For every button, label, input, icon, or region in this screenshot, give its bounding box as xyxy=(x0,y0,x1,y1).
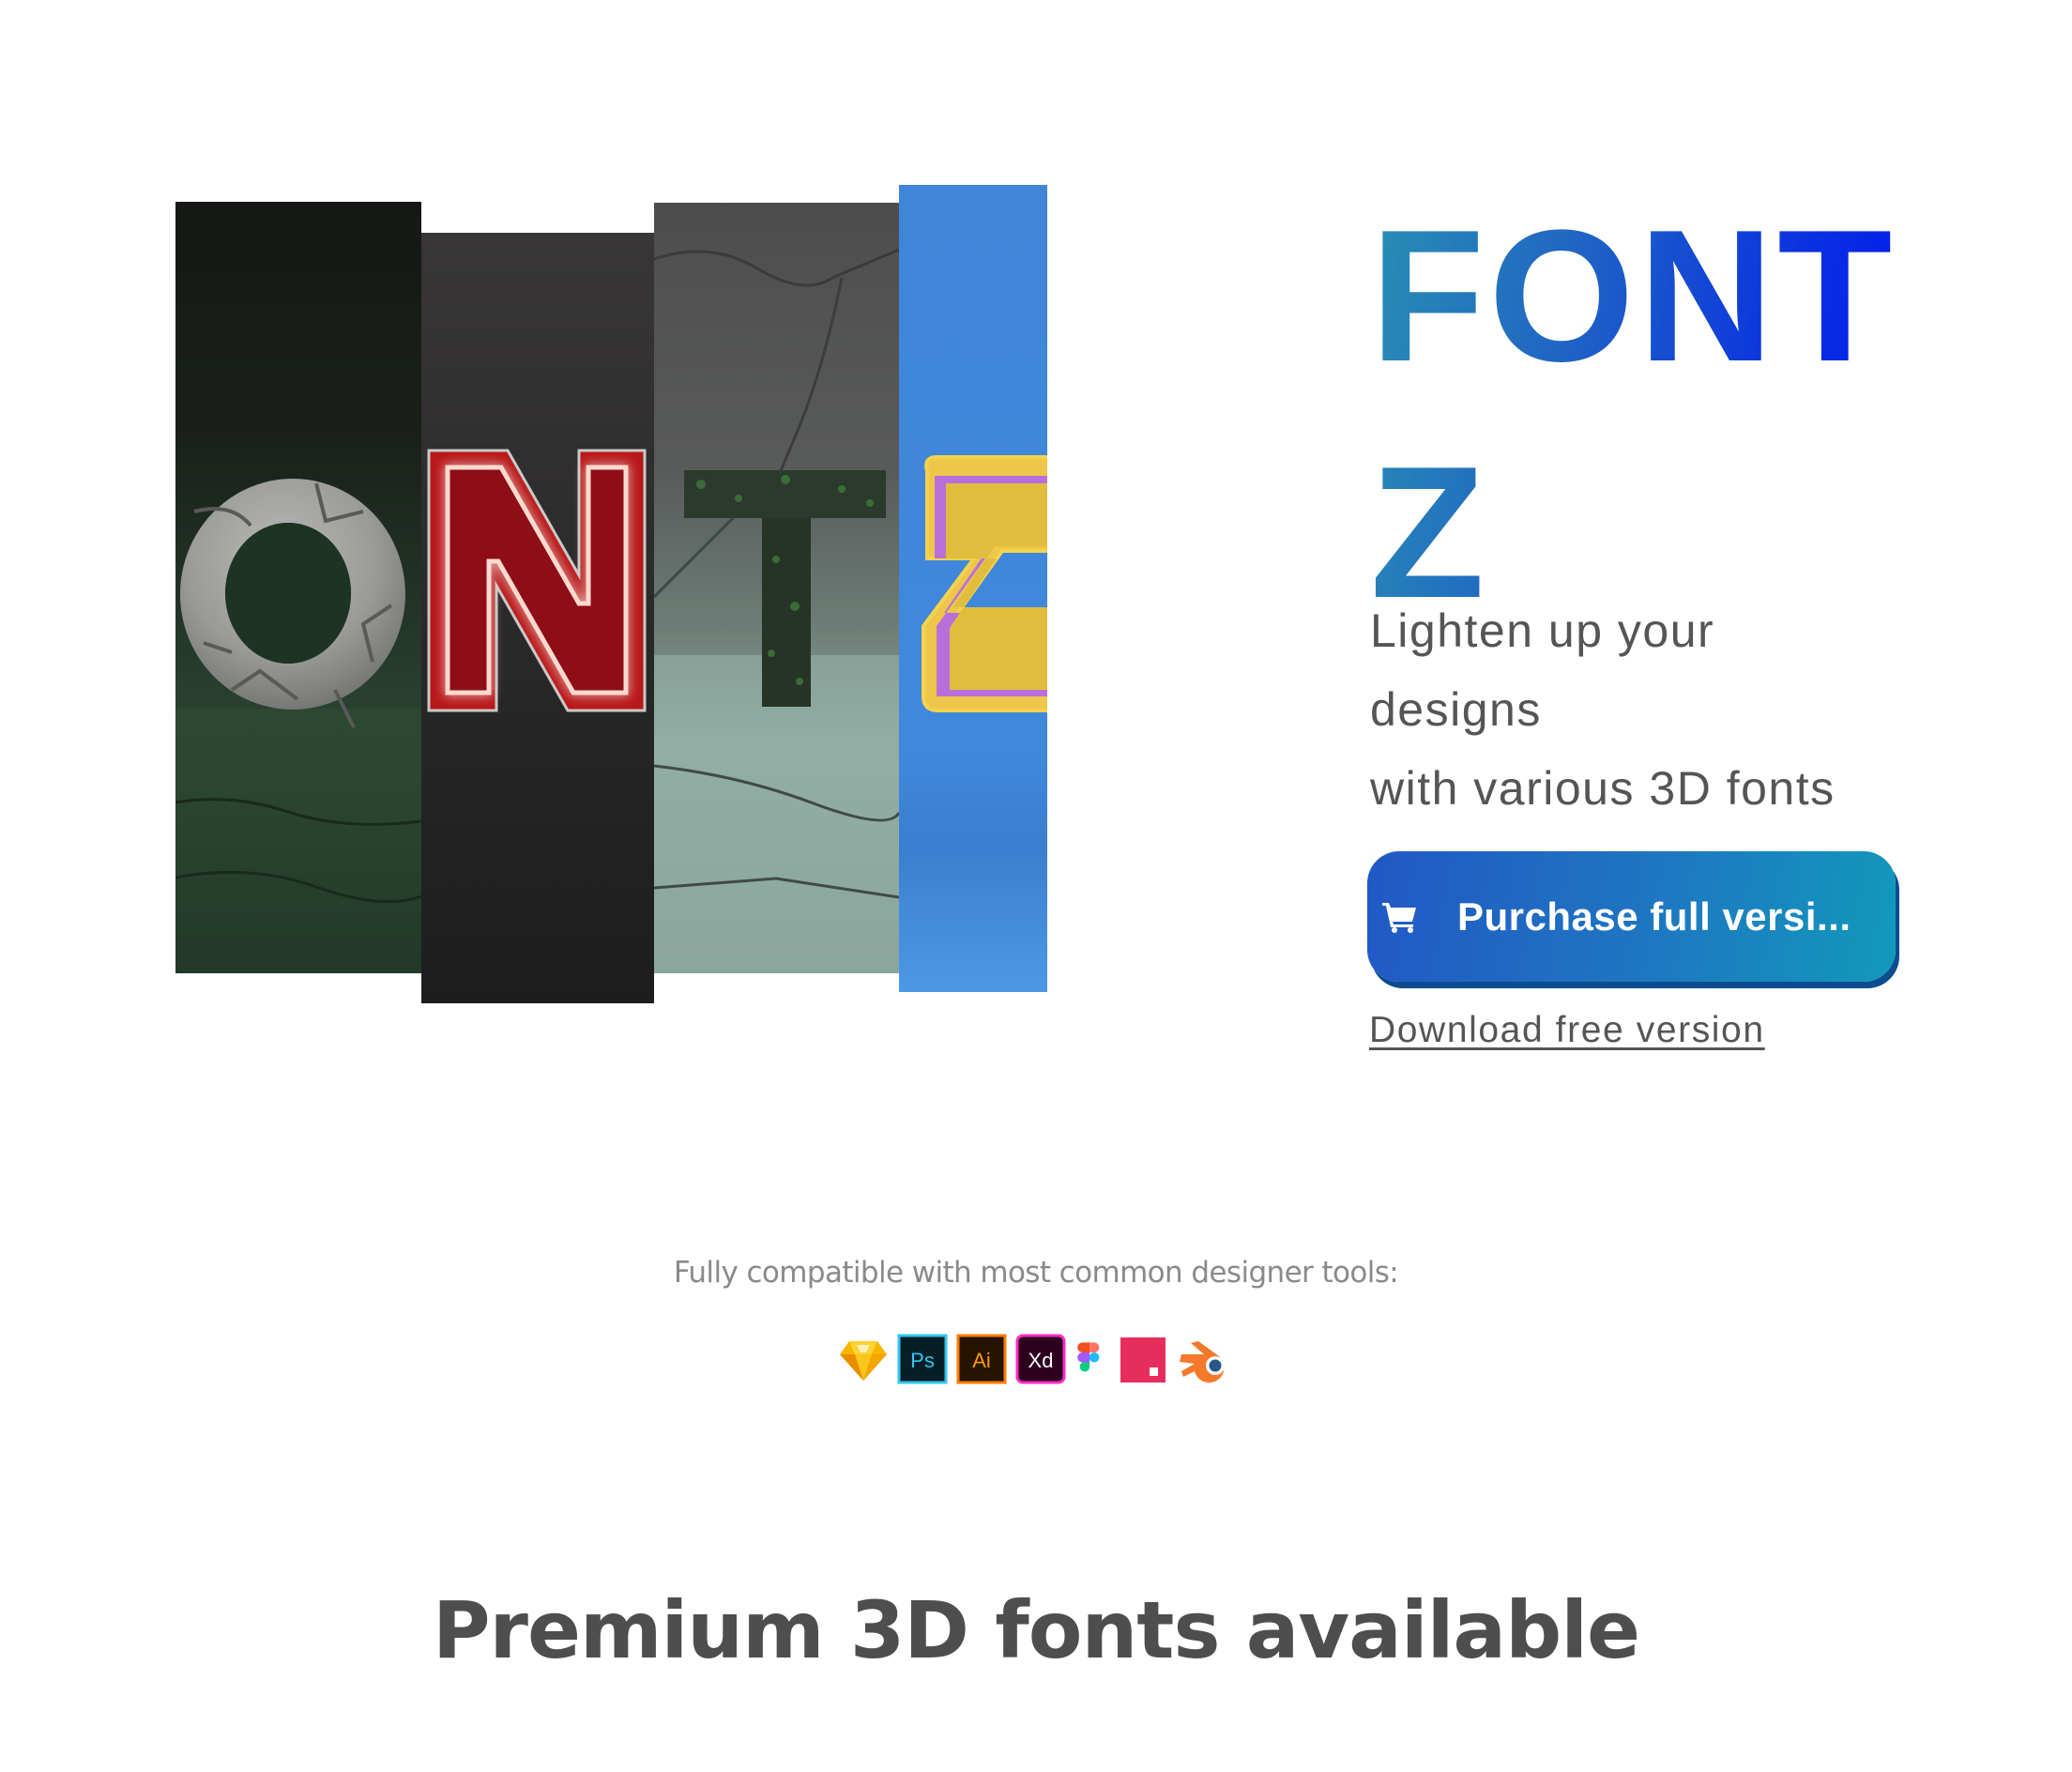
purchase-full-version-button[interactable]: Purchase full versi... xyxy=(1367,851,1896,982)
neon-letter-n xyxy=(427,449,647,712)
shopping-cart-icon xyxy=(1382,902,1416,933)
invision-icon xyxy=(1120,1337,1166,1382)
tagline: Lighten up your designs with various 3D … xyxy=(1370,591,1933,828)
photoshop-icon: Ps xyxy=(897,1334,948,1384)
svg-text:Ai: Ai xyxy=(972,1349,991,1372)
designer-tools-list: Ps Ai Xd xyxy=(838,1331,1236,1387)
section-heading: Premium 3D fonts available xyxy=(432,1584,1640,1676)
purchase-button-label: Purchase full versi... xyxy=(1457,894,1851,939)
tagline-line2: designs xyxy=(1370,683,1542,736)
inflated-letter-z xyxy=(922,455,1047,712)
collage-panel-stone-o xyxy=(175,202,421,973)
blender-icon xyxy=(1180,1341,1225,1383)
tagline-line1: Lighten up your xyxy=(1370,604,1715,657)
stone-letter-o xyxy=(175,479,421,973)
collage-panel-neon-n xyxy=(421,233,654,1003)
sketch-icon xyxy=(840,1341,887,1381)
tagline-line3: with various 3D fonts xyxy=(1370,762,1836,815)
illustrator-icon: Ai xyxy=(956,1334,1007,1384)
figma-icon xyxy=(1077,1342,1100,1372)
download-free-version-link[interactable]: Download free version xyxy=(1369,1010,1765,1051)
brand-title-line1: FONT xyxy=(1370,191,1897,401)
compatibility-text: Fully compatible with most common design… xyxy=(673,1256,1399,1290)
moss-letter-t xyxy=(654,248,899,973)
collage-panel-inflated-z xyxy=(899,185,1047,992)
xd-icon: Xd xyxy=(1015,1334,1066,1384)
hero-collage-image xyxy=(0,0,1126,1070)
svg-text:Xd: Xd xyxy=(1028,1349,1054,1372)
brand-title: FONT Z xyxy=(1370,178,1896,651)
collage-panel-moss-t xyxy=(654,203,899,973)
svg-text:Ps: Ps xyxy=(910,1349,935,1372)
